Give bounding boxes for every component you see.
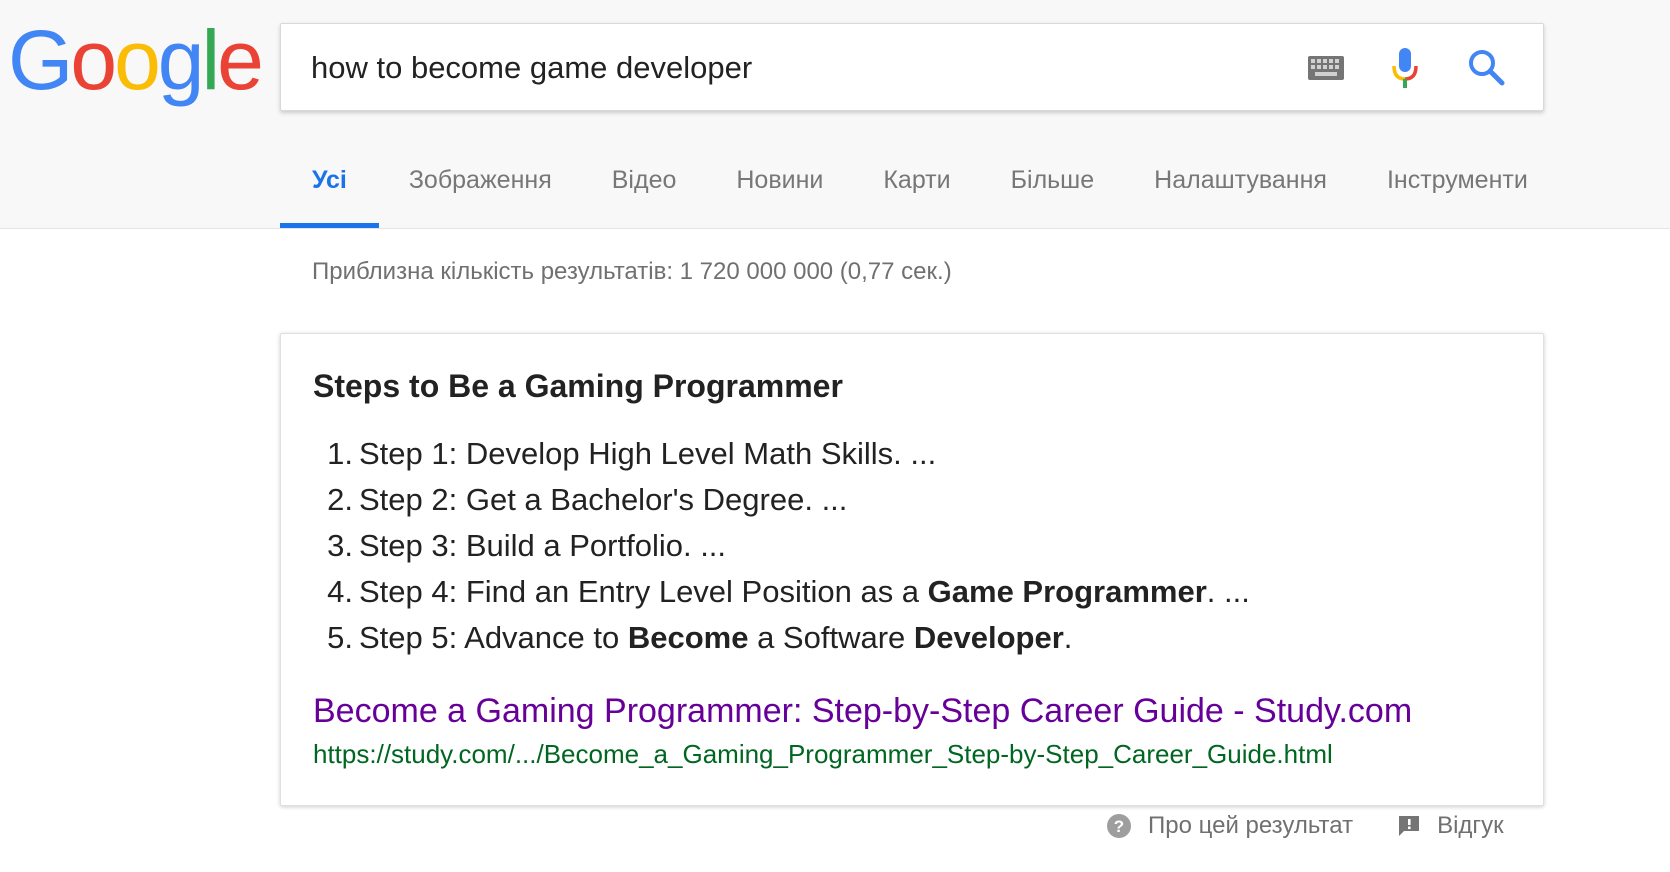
step-text: . (1063, 620, 1073, 655)
step-number: 5. (327, 620, 353, 655)
logo-letter: o (114, 13, 161, 107)
result-stats: Приблизна кількість результатів: 1 720 0… (312, 258, 952, 285)
step-text-bold: Developer (913, 620, 1064, 655)
search-icon[interactable] (1467, 48, 1505, 91)
help-circle-icon: ? (1107, 814, 1131, 838)
step-text-bold: Game Programmer (927, 574, 1207, 609)
step-text: Step 2: Get a Bachelor's Degree. ... (359, 482, 848, 517)
logo-letter: e (217, 13, 264, 107)
step-text: Step 1: Develop High Level Math Skills. … (359, 436, 937, 471)
tab-0[interactable]: Усі (280, 160, 379, 228)
snippet-title: Steps to Be a Gaming Programmer (313, 368, 843, 404)
snippet-steps-list: 1. Step 1: Develop High Level Math Skills… (313, 431, 1250, 661)
tab-5[interactable]: Більше (1011, 160, 1095, 228)
step-text: a Software (748, 620, 914, 655)
step-number: 3. (327, 528, 353, 563)
step-number: 2. (327, 482, 353, 517)
microphone-icon[interactable] (1391, 46, 1419, 95)
feedback-label: Відгук (1437, 812, 1504, 839)
tab-1[interactable]: Зображення (409, 160, 552, 228)
logo-letter: G (8, 13, 73, 107)
about-result-label: Про цей результат (1148, 812, 1354, 839)
tab-4[interactable]: Карти (883, 160, 950, 228)
search-box (280, 23, 1544, 111)
tab-2[interactable]: Відео (612, 160, 677, 228)
header: Google how to become game developer Усі … (0, 0, 1670, 229)
snippet-step: 1. Step 1: Develop High Level Math Skills… (313, 431, 1250, 477)
step-text: . ... (1206, 574, 1250, 609)
snippet-step: 5. Step 5: Advance to Become a Software D… (313, 615, 1250, 661)
result-title-link[interactable]: Become a Gaming Programmer: Step-by-Step… (313, 692, 1412, 731)
search-tabs: Усі Зображення Відео Новини Карти Більше Налаш… (280, 160, 1528, 228)
feedback-icon (1399, 816, 1420, 836)
step-number: 1. (327, 436, 353, 471)
tab-6[interactable]: Налаштування (1154, 160, 1327, 228)
keyboard-icon[interactable] (1308, 56, 1344, 85)
google-logo[interactable]: Google (8, 13, 264, 107)
logo-letter: o (70, 13, 117, 107)
feedback-button[interactable]: Відгук (1397, 812, 1504, 840)
step-text: Step 5: Advance to (359, 620, 628, 655)
step-text: Step 3: Build a Portfolio. ... (359, 528, 727, 563)
result-url: https://study.com/.../Become_a_Gaming_Pr… (313, 739, 1333, 769)
featured-snippet: Steps to Be a Gaming Programmer 1. Step 1… (280, 333, 1544, 806)
about-result-button[interactable]: ? Про цей результат (1106, 812, 1353, 840)
logo-letter: l (201, 13, 221, 107)
snippet-step: 3. Step 3: Build a Portfolio. ... (313, 523, 1250, 569)
snippet-step: 4. Step 4: Find an Entry Level Position a… (313, 569, 1250, 615)
step-text-bold: Become (627, 620, 749, 655)
tab-3[interactable]: Новини (736, 160, 823, 228)
tab-7[interactable]: Інструменти (1387, 160, 1528, 228)
step-number: 4. (327, 574, 353, 609)
snippet-footer: ? Про цей результат Відгук (1106, 812, 1504, 840)
step-text: Step 4: Find an Entry Level Position as … (359, 574, 928, 609)
search-input[interactable] (311, 46, 1211, 90)
snippet-step: 2. Step 2: Get a Bachelor's Degree. ... (313, 477, 1250, 523)
svg-text:?: ? (1114, 817, 1124, 836)
logo-letter: g (157, 13, 205, 107)
